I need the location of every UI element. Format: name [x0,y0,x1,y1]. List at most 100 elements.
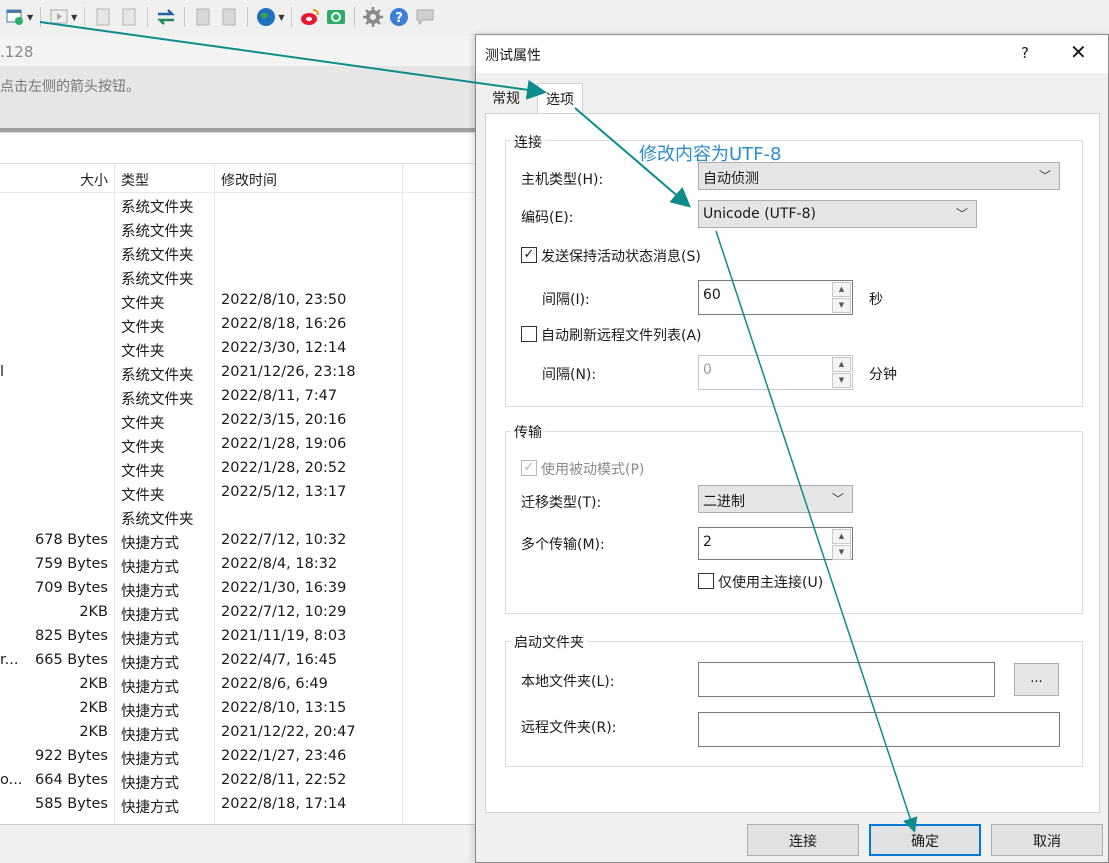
table-row[interactable]: 文件夹 2022/1/28, 20:52 [0,457,480,481]
wechat-icon[interactable] [325,6,347,28]
gear-icon[interactable] [362,6,384,28]
cell-type: 系统文件夹 [121,272,194,288]
table-row[interactable]: 585 Bytes 快捷方式 2022/8/18, 17:14 [0,793,480,817]
table-row[interactable]: 文件夹 2022/1/28, 19:06 [0,433,480,457]
doc2-icon[interactable] [218,6,240,28]
tab-general[interactable]: 常规 [487,83,525,111]
new-session-icon[interactable] [4,6,26,28]
table-row[interactable]: 2KB 快捷方式 2022/8/6, 6:49 [0,673,480,697]
main-connection-checkbox[interactable] [698,573,714,589]
table-row[interactable]: 922 Bytes 快捷方式 2022/1/27, 23:46 [0,745,480,769]
help-icon[interactable]: ? [388,6,410,28]
globe-icon[interactable] [255,6,277,28]
toolbar-separator [184,7,186,27]
table-row[interactable]: 系统文件夹 [0,217,480,241]
table-row[interactable]: 2KB 快捷方式 2022/8/10, 13:15 [0,697,480,721]
spin-up-icon[interactable]: ▲ [832,529,851,544]
file-list: 大小 类型 修改时间 系统文件夹 系统文件夹 系统文件夹 系统文件夹 文件夹 2022/8… [0,132,480,825]
column-header-type[interactable]: 类型 [121,170,149,190]
doc-icon[interactable] [192,6,214,28]
autorefresh-label[interactable]: 自动刷新远程文件列表(A) [541,325,702,345]
cell-modified: 2022/8/4, 18:32 [221,556,338,572]
cell-type: 快捷方式 [121,584,179,600]
transfer-icon[interactable] [155,6,177,28]
dropdown-caret-icon[interactable]: ▼ [278,13,284,22]
multi-transfer-spinner[interactable]: 2 ▲ ▼ [698,527,853,560]
spin-up-icon[interactable]: ▲ [832,357,851,372]
remote-folder-input[interactable] [698,712,1060,747]
host-type-select[interactable]: 自动侦测 ﹀ [698,162,1060,190]
close-icon[interactable]: ✕ [1070,42,1087,62]
startup-folder-group [505,641,1083,767]
table-row[interactable]: 文件夹 2022/8/18, 16:26 [0,313,480,337]
cell-name: l [0,364,5,380]
dialog-titlebar: 测试属性 ? ✕ [476,35,1108,73]
play-icon[interactable] [48,6,70,28]
cell-type: 快捷方式 [121,656,179,672]
spin-down-icon[interactable]: ▼ [832,373,851,388]
encoding-label: 编码(E): [521,210,574,226]
host-type-value: 自动侦测 [703,171,759,187]
spin-down-icon[interactable]: ▼ [832,298,851,313]
table-row[interactable]: 2KB 快捷方式 2022/7/12, 10:29 [0,601,480,625]
table-row[interactable]: 系统文件夹 [0,241,480,265]
column-header-size[interactable]: 大小 [80,170,108,190]
remote-folder-label: 远程文件夹(R): [521,720,617,736]
table-row[interactable]: 文件夹 2022/8/10, 23:50 [0,289,480,313]
spin-up-icon[interactable]: ▲ [832,282,851,297]
table-row[interactable]: 文件夹 2022/3/15, 20:16 [0,409,480,433]
table-row[interactable]: 678 Bytes 快捷方式 2022/7/12, 10:32 [0,529,480,553]
table-row[interactable]: 2KB 快捷方式 2021/12/22, 20:47 [0,721,480,745]
table-row[interactable]: r... 665 Bytes 快捷方式 2022/4/7, 16:45 [0,649,480,673]
dropdown-caret-icon[interactable]: ▼ [27,13,33,22]
table-row[interactable]: 825 Bytes 快捷方式 2021/11/19, 8:03 [0,625,480,649]
table-row[interactable]: 系统文件夹 [0,505,480,529]
toolbar-separator [354,7,356,27]
autorefresh-checkbox[interactable] [521,326,537,342]
table-row[interactable]: 文件夹 2022/3/30, 12:14 [0,337,480,361]
browse-button[interactable]: ... [1014,663,1059,696]
main-connection-label[interactable]: 仅使用主连接(U) [718,572,823,592]
keepalive-checkbox[interactable]: ✓ [521,247,537,263]
table-row[interactable]: 系统文件夹 2022/8/11, 7:47 [0,385,480,409]
keepalive-label[interactable]: 发送保持活动状态消息(S) [541,246,701,266]
transfer-type-select[interactable]: 二进制 ﹀ [698,485,853,513]
chat-icon[interactable] [414,6,436,28]
cell-modified: 2021/12/26, 23:18 [221,364,356,380]
table-row[interactable]: 709 Bytes 快捷方式 2022/1/30, 16:39 [0,577,480,601]
cancel-button[interactable]: 取消 [991,824,1103,856]
dropdown-caret-icon[interactable]: ▼ [71,13,77,22]
interval-label: 间隔(I): [542,292,590,308]
local-folder-input[interactable] [698,662,995,697]
table-row[interactable]: 759 Bytes 快捷方式 2022/8/4, 18:32 [0,553,480,577]
cell-modified: 2022/8/18, 16:26 [221,316,347,332]
encoding-select[interactable]: Unicode (UTF-8) ﹀ [698,200,977,228]
cell-modified: 2022/7/12, 10:29 [221,604,347,620]
cell-type: 系统文件夹 [121,200,194,216]
table-row[interactable]: o... 664 Bytes 快捷方式 2022/8/11, 22:52 [0,769,480,793]
copy-icon[interactable] [92,6,114,28]
cell-type: 文件夹 [121,296,165,312]
refresh-interval-spinner[interactable]: 0 ▲ ▼ [698,355,853,390]
table-row[interactable]: 系统文件夹 [0,193,480,217]
address-bar[interactable]: .128 [0,36,480,66]
table-row[interactable]: l 系统文件夹 2021/12/26, 23:18 [0,361,480,385]
tab-options[interactable]: 选项 [537,83,583,114]
ok-button[interactable]: 确定 [869,824,981,856]
column-header-modified[interactable]: 修改时间 [221,170,277,190]
table-row[interactable]: 文件夹 2022/5/12, 13:17 [0,481,480,505]
address-text: .128 [0,43,34,61]
cell-type: 文件夹 [121,488,165,504]
table-row[interactable]: 系统文件夹 [0,265,480,289]
interval-value: 60 [703,287,721,303]
main-toolbar: ▼ ▼ ▼ ? [0,0,1109,34]
help-button[interactable]: ? [1018,44,1032,62]
paste-icon[interactable] [118,6,140,28]
info-message-text: 点击左侧的箭头按钮。 [0,79,140,95]
connect-button[interactable]: 连接 [747,824,859,856]
weibo-icon[interactable] [299,6,321,28]
multi-transfer-value: 2 [703,534,712,550]
passive-mode-checkbox[interactable]: ✓ [521,460,537,476]
spin-down-icon[interactable]: ▼ [832,545,851,560]
interval-spinner[interactable]: 60 ▲ ▼ [698,280,853,315]
